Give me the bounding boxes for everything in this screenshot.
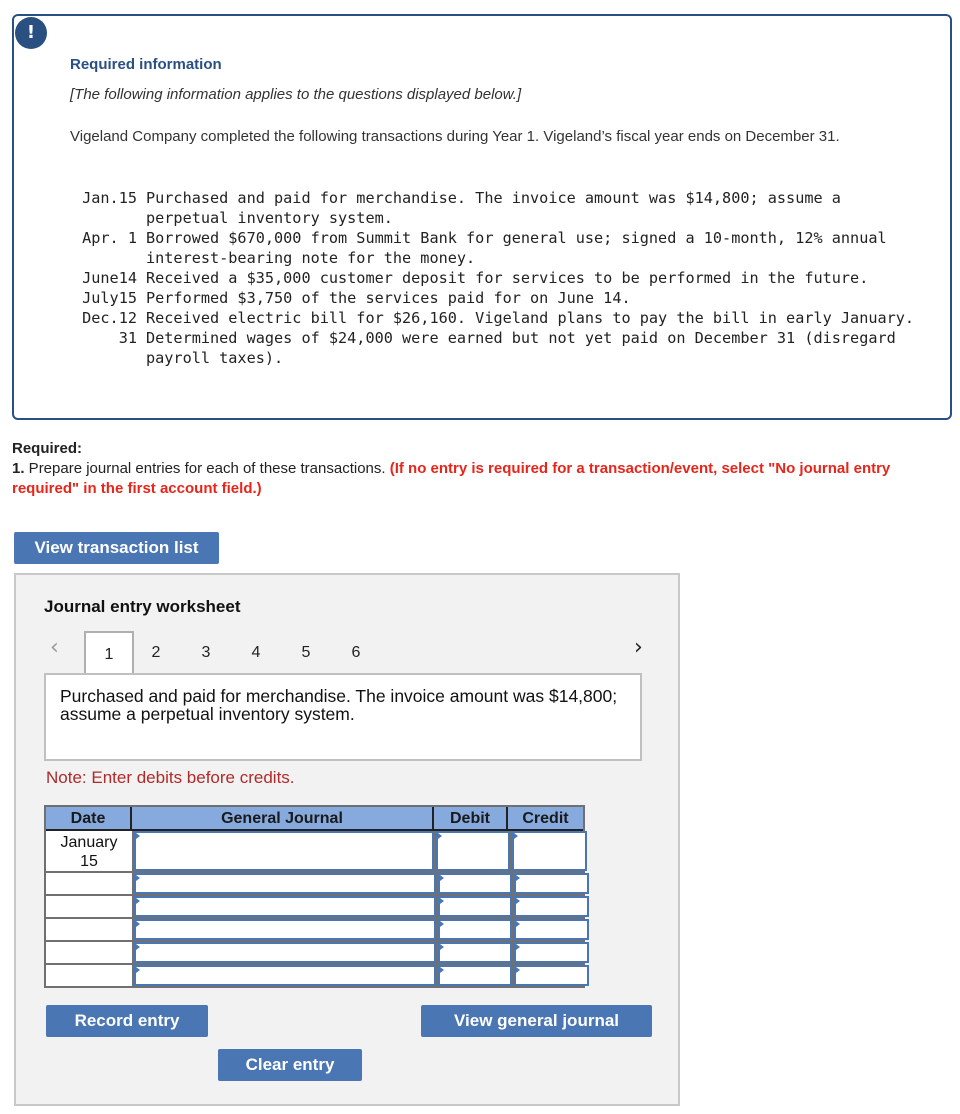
view-transaction-list-button[interactable]: View transaction list	[14, 532, 219, 564]
header-debit: Debit	[434, 807, 508, 829]
account-input[interactable]	[134, 942, 436, 963]
credit-input[interactable]	[514, 873, 589, 894]
info-intro: Vigeland Company completed the following…	[70, 128, 840, 145]
transaction-desc: Performed $3,750 of the services paid fo…	[146, 289, 631, 307]
transaction-row: 31 Determined wages of $24,000 were earne…	[70, 328, 926, 368]
tab-2[interactable]: 2	[136, 631, 176, 673]
entry-date	[46, 896, 132, 917]
transaction-date: July15	[82, 289, 137, 307]
general-journal-table: Date General Journal Debit Credit Januar…	[44, 805, 589, 988]
transaction-desc: Determined wages of $24,000 were earned …	[146, 329, 896, 367]
entry-date	[46, 919, 132, 940]
entry-date: January 15	[46, 831, 132, 871]
transaction-list: Jan.15 Purchased and paid for merchandise…	[70, 188, 926, 368]
exclamation-icon: !	[15, 17, 47, 49]
worksheet-title: Journal entry worksheet	[44, 597, 241, 616]
credit-input[interactable]	[514, 896, 589, 917]
transaction-row: July15 Performed $3,750 of the services p…	[70, 288, 926, 308]
transaction-desc: Borrowed $670,000 from Summit Bank for g…	[146, 229, 887, 267]
clear-entry-button[interactable]: Clear entry	[218, 1049, 362, 1081]
tab-4[interactable]: 4	[236, 631, 276, 673]
table-row: January 15	[46, 831, 587, 871]
debit-input[interactable]	[438, 965, 512, 986]
table-row	[46, 965, 589, 986]
transaction-date: Jan.15	[82, 189, 137, 207]
transaction-row: June14 Received a $35,000 customer deposi…	[70, 268, 926, 288]
entry-date-day: 15	[80, 853, 98, 870]
required-information-panel: ! Required information [The following in…	[12, 14, 952, 420]
info-subtitle: [The following information applies to th…	[70, 86, 522, 103]
requirement-number: 1.	[12, 460, 25, 477]
header-date: Date	[46, 807, 132, 829]
tab-1[interactable]: 1	[84, 631, 134, 673]
table-row	[46, 919, 589, 940]
account-input[interactable]	[134, 831, 434, 871]
table-row	[46, 873, 589, 894]
account-input[interactable]	[134, 965, 436, 986]
account-input[interactable]	[134, 896, 436, 917]
journal-entry-worksheet: Journal entry worksheet ‹ 1 2 3 4 5 6 › …	[14, 573, 680, 1106]
transaction-row: Jan.15 Purchased and paid for merchandise…	[70, 188, 926, 228]
transaction-desc: Received a $35,000 customer deposit for …	[146, 269, 869, 287]
worksheet-tabs: 1 2 3 4 5 6	[84, 631, 386, 673]
debit-input[interactable]	[438, 919, 512, 940]
header-general-journal: General Journal	[132, 807, 434, 829]
chevron-left-icon[interactable]: ‹	[50, 635, 59, 660]
table-header: Date General Journal Debit Credit	[46, 807, 583, 831]
table-row	[46, 942, 589, 963]
transaction-desc: Received electric bill for $26,160. Vige…	[146, 309, 915, 327]
table-row	[46, 896, 589, 917]
transaction-date: Apr. 1	[82, 229, 137, 247]
worksheet-note: Note: Enter debits before credits.	[46, 768, 295, 787]
debit-input[interactable]	[438, 896, 512, 917]
debit-input[interactable]	[438, 873, 512, 894]
entry-date	[46, 965, 132, 986]
credit-input[interactable]	[514, 919, 589, 940]
account-input[interactable]	[134, 873, 436, 894]
credit-input[interactable]	[514, 965, 589, 986]
transaction-description: Purchased and paid for merchandise. The …	[44, 673, 642, 761]
credit-input[interactable]	[514, 942, 589, 963]
entry-date-month: January	[60, 834, 118, 851]
transaction-row: Dec.12 Received electric bill for $26,160…	[70, 308, 926, 328]
header-credit: Credit	[522, 810, 569, 827]
transaction-date: June14	[82, 269, 137, 287]
tab-6[interactable]: 6	[336, 631, 376, 673]
tab-5[interactable]: 5	[286, 631, 326, 673]
required-label: Required:	[12, 440, 83, 457]
debit-input[interactable]	[436, 831, 510, 871]
debit-input[interactable]	[438, 942, 512, 963]
transaction-row: Apr. 1 Borrowed $670,000 from Summit Bank…	[70, 228, 926, 268]
transaction-date: Dec.12	[82, 309, 137, 327]
credit-input[interactable]	[512, 831, 587, 871]
entry-date	[46, 942, 132, 963]
account-input[interactable]	[134, 919, 436, 940]
tab-3[interactable]: 3	[186, 631, 226, 673]
chevron-right-icon[interactable]: ›	[634, 635, 643, 660]
transaction-desc: Purchased and paid for merchandise. The …	[146, 189, 841, 227]
record-entry-button[interactable]: Record entry	[46, 1005, 208, 1037]
requirement-text: Prepare journal entries for each of thes…	[24, 460, 390, 477]
entry-date	[46, 873, 132, 894]
required-text: 1. Prepare journal entries for each of t…	[12, 459, 942, 499]
info-title: Required information	[70, 56, 222, 73]
view-general-journal-button[interactable]: View general journal	[421, 1005, 652, 1037]
transaction-date: 31	[118, 329, 137, 347]
